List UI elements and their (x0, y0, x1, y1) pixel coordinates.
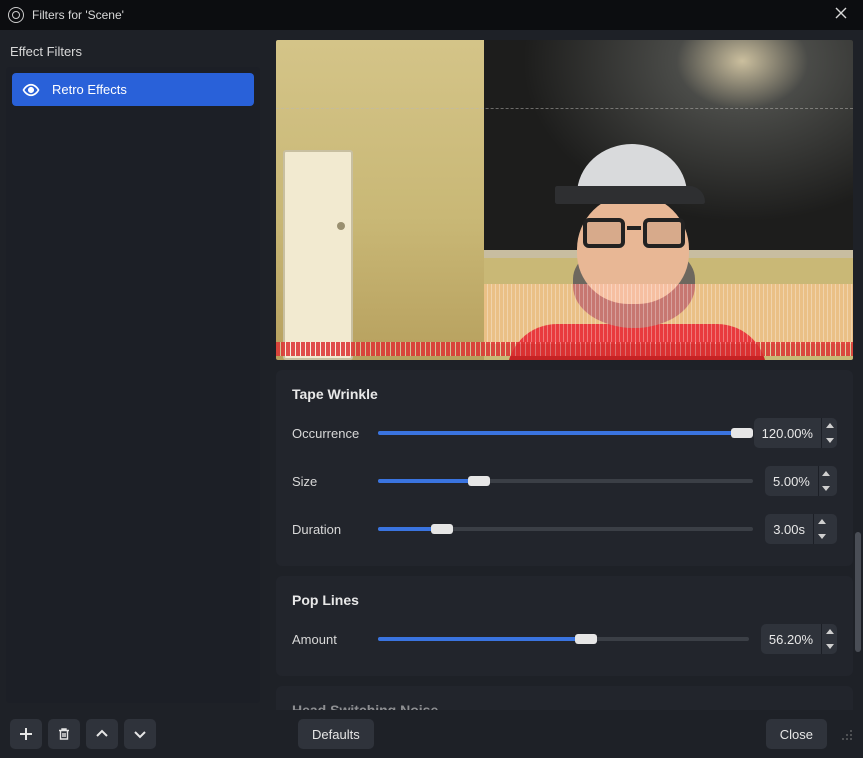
section-title: Tape Wrinkle (292, 386, 837, 402)
spin-down-icon[interactable] (814, 529, 829, 544)
add-filter-button[interactable] (10, 719, 42, 749)
sidebar: Effect Filters Retro Effects (0, 30, 266, 710)
row-label: Size (292, 474, 366, 489)
move-up-button[interactable] (86, 719, 118, 749)
app-icon (8, 7, 24, 23)
close-button[interactable]: Close (766, 719, 827, 749)
spin-value[interactable]: 5.00% (765, 466, 818, 496)
spin-amount[interactable]: 56.20% (761, 624, 837, 654)
filters-list[interactable]: Retro Effects (6, 67, 260, 703)
sidebar-header: Effect Filters (0, 40, 266, 67)
row-duration: Duration 3.00s (292, 514, 837, 544)
slider-occurrence[interactable] (378, 424, 742, 442)
spin-up-icon[interactable] (822, 624, 837, 639)
row-label: Occurrence (292, 426, 366, 441)
spin-duration[interactable]: 3.00s (765, 514, 837, 544)
spin-size[interactable]: 5.00% (765, 466, 837, 496)
row-occurrence: Occurrence 120.00% (292, 418, 837, 448)
scrollbar-thumb[interactable] (855, 532, 861, 652)
move-down-button[interactable] (124, 719, 156, 749)
section-title: Pop Lines (292, 592, 837, 608)
spin-value[interactable]: 120.00% (754, 418, 821, 448)
spin-up-icon[interactable] (814, 514, 829, 529)
slider-amount[interactable] (378, 630, 749, 648)
button-label: Close (780, 727, 813, 742)
section-tape-wrinkle: Tape Wrinkle Occurrence 120.00% (276, 370, 853, 566)
visibility-icon[interactable] (22, 84, 40, 96)
spin-occurrence[interactable]: 120.00% (754, 418, 837, 448)
slider-size[interactable] (378, 472, 753, 490)
section-title: Head Switching Noise (292, 702, 837, 710)
preview: OLFA (276, 40, 853, 360)
section-head-switching: Head Switching Noise (276, 686, 853, 710)
row-amount: Amount 56.20% (292, 624, 837, 654)
titlebar: Filters for 'Scene' (0, 0, 863, 30)
spin-value[interactable]: 3.00s (765, 514, 813, 544)
window-close-button[interactable] (827, 4, 855, 26)
spin-down-icon[interactable] (819, 481, 834, 496)
spin-value[interactable]: 56.20% (761, 624, 821, 654)
spin-up-icon[interactable] (822, 418, 837, 433)
spin-down-icon[interactable] (822, 433, 837, 448)
slider-duration[interactable] (378, 520, 753, 538)
main-panel: OLFA Tape Wrinkle Occurrence (266, 30, 863, 710)
button-label: Defaults (312, 727, 360, 742)
delete-filter-button[interactable] (48, 719, 80, 749)
row-label: Duration (292, 522, 366, 537)
settings-scroll[interactable]: Tape Wrinkle Occurrence 120.00% (276, 370, 853, 710)
footer: Defaults Close (0, 710, 863, 758)
filter-item-retro-effects[interactable]: Retro Effects (12, 73, 254, 106)
settings-scrollbar[interactable] (853, 376, 863, 696)
spin-down-icon[interactable] (822, 639, 837, 654)
resize-grip-icon[interactable] (839, 727, 853, 741)
row-label: Amount (292, 632, 366, 647)
spin-up-icon[interactable] (819, 466, 834, 481)
defaults-button[interactable]: Defaults (298, 719, 374, 749)
window-title: Filters for 'Scene' (32, 8, 124, 22)
section-pop-lines: Pop Lines Amount 56.20% (276, 576, 853, 676)
filter-item-label: Retro Effects (52, 82, 127, 97)
row-size: Size 5.00% (292, 466, 837, 496)
